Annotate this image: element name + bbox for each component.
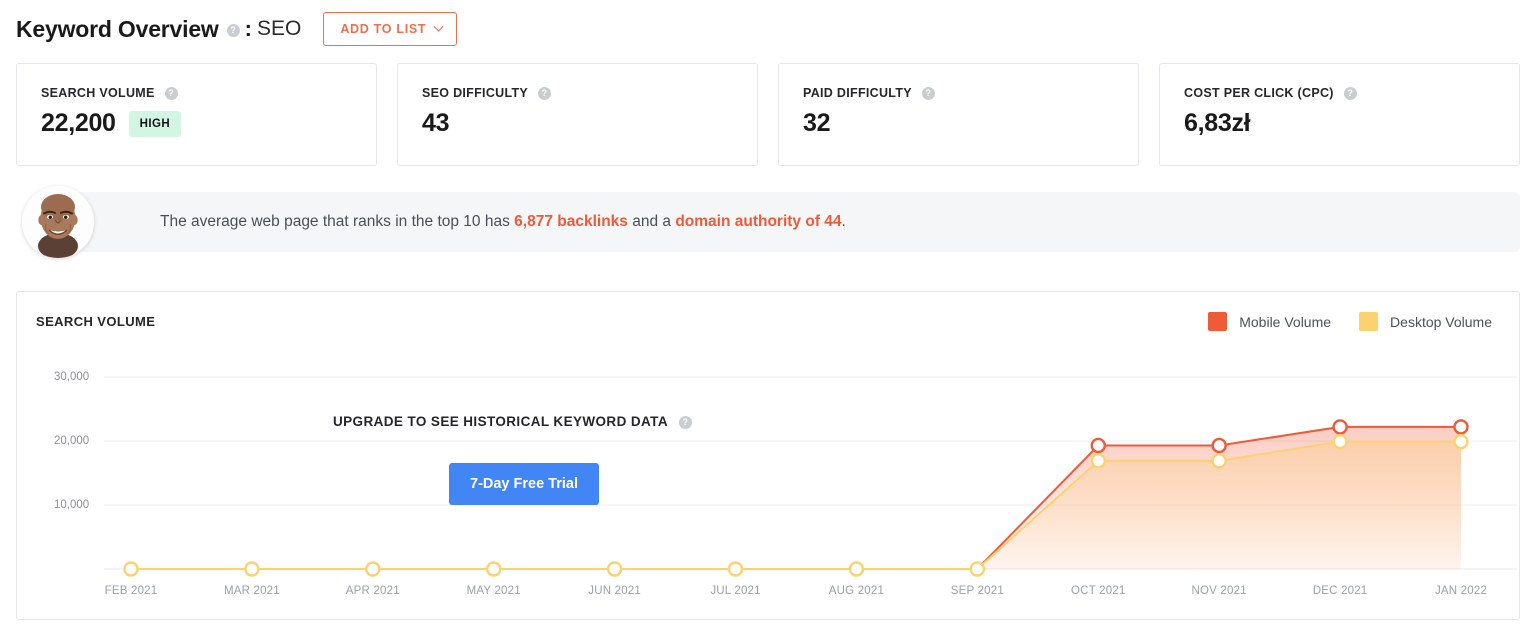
insight-text-part1: The average web page that ranks in the t… [160, 213, 515, 230]
metric-card-search-volume: SEARCH VOLUME ? 22,200 HIGH [16, 63, 377, 166]
metric-label: SEO DIFFICULTY ? [422, 86, 733, 100]
metric-label-text: SEARCH VOLUME [41, 86, 155, 100]
insight-text-part3: . [841, 213, 846, 230]
x-axis-tick-label: APR 2021 [345, 585, 400, 597]
metric-label: PAID DIFFICULTY ? [803, 86, 1114, 100]
help-icon[interactable]: ? [1343, 86, 1357, 100]
metric-label-text: SEO DIFFICULTY [422, 86, 529, 100]
help-icon[interactable]: ? [226, 23, 240, 37]
metric-label-text: COST PER CLICK (CPC) [1184, 86, 1334, 100]
metric-value-row: 22,200 HIGH [41, 109, 352, 138]
chart-svg [104, 376, 1517, 577]
metric-label: SEARCH VOLUME ? [41, 86, 352, 100]
page-title: Keyword Overview [16, 15, 219, 42]
upgrade-notice: UPGRADE TO SEE HISTORICAL KEYWORD DATA ? [333, 414, 697, 429]
metric-card-paid-difficulty: PAID DIFFICULTY ? 32 [778, 63, 1139, 166]
metric-value-row: 6,83zł [1184, 109, 1495, 138]
add-to-list-label: ADD TO LIST [340, 22, 427, 36]
help-icon[interactable]: ? [538, 86, 552, 100]
insight-text-part2: and a [627, 213, 676, 230]
x-axis-tick-label: JAN 2022 [1434, 585, 1488, 597]
insight-highlight-authority: domain authority of 44 [675, 213, 842, 230]
y-axis-tick-label: 20,000 [54, 435, 90, 447]
search-volume-chart-panel: SEARCH VOLUME Mobile Volume Desktop Volu… [16, 291, 1520, 620]
insight-banner: The average web page that ranks in the t… [22, 186, 1520, 258]
x-axis-tick-label: SEP 2021 [950, 585, 1004, 597]
x-axis-tick-label: AUG 2021 [828, 585, 885, 597]
insight-highlight-backlinks: 6,877 backlinks [514, 213, 628, 230]
page-header: Keyword Overview ? : SEO ADD TO LIST [16, 8, 458, 50]
status-badge: HIGH [128, 110, 182, 137]
x-axis-tick-label: JUL 2021 [710, 585, 761, 597]
metric-value: 43 [422, 109, 450, 137]
help-icon[interactable]: ? [678, 416, 692, 429]
keyword-name: SEO [256, 17, 302, 40]
x-axis-tick-label: MAY 2021 [466, 585, 521, 597]
metric-value-row: 32 [803, 109, 1114, 138]
upgrade-notice-text: UPGRADE TO SEE HISTORICAL KEYWORD DATA [333, 414, 668, 429]
add-to-list-button[interactable]: ADD TO LIST [323, 12, 458, 46]
chevron-down-icon [433, 21, 444, 32]
insight-text: The average web page that ranks in the t… [160, 213, 846, 231]
metric-card-cost-per-click: COST PER CLICK (CPC) ? 6,83zł [1159, 63, 1520, 166]
chart-plot-area: 10,000 20,000 30,000 FEB 2021 MAR 2021 APR 20… [17, 292, 1521, 621]
metric-value-row: 43 [422, 109, 733, 138]
metric-value: 32 [803, 109, 831, 137]
y-axis-tick-label: 10,000 [54, 499, 90, 511]
metric-label-text: PAID DIFFICULTY [803, 86, 912, 100]
x-axis-tick-label: DEC 2021 [1312, 585, 1368, 597]
help-icon[interactable]: ? [921, 86, 935, 100]
x-axis-tick-label: NOV 2021 [1191, 585, 1247, 597]
metric-value: 22,200 [41, 109, 116, 137]
metric-cards: SEARCH VOLUME ? 22,200 HIGH SEO DIFFICUL… [16, 63, 1520, 166]
x-axis-tick-label: JUN 2021 [588, 585, 641, 597]
y-axis-tick-label: 30,000 [54, 371, 90, 383]
insight-bubble: The average web page that ranks in the t… [62, 192, 1520, 252]
title-separator: : [244, 16, 252, 41]
metric-value: 6,83zł [1184, 109, 1251, 137]
metric-label: COST PER CLICK (CPC) ? [1184, 86, 1495, 100]
x-axis-tick-label: OCT 2021 [1071, 585, 1126, 597]
avatar [22, 186, 94, 258]
metric-card-seo-difficulty: SEO DIFFICULTY ? 43 [397, 63, 758, 166]
x-axis-tick-label: MAR 2021 [223, 585, 280, 597]
help-icon[interactable]: ? [164, 86, 178, 100]
free-trial-button[interactable]: 7-Day Free Trial [449, 463, 599, 505]
x-axis-tick-label: FEB 2021 [104, 585, 158, 597]
